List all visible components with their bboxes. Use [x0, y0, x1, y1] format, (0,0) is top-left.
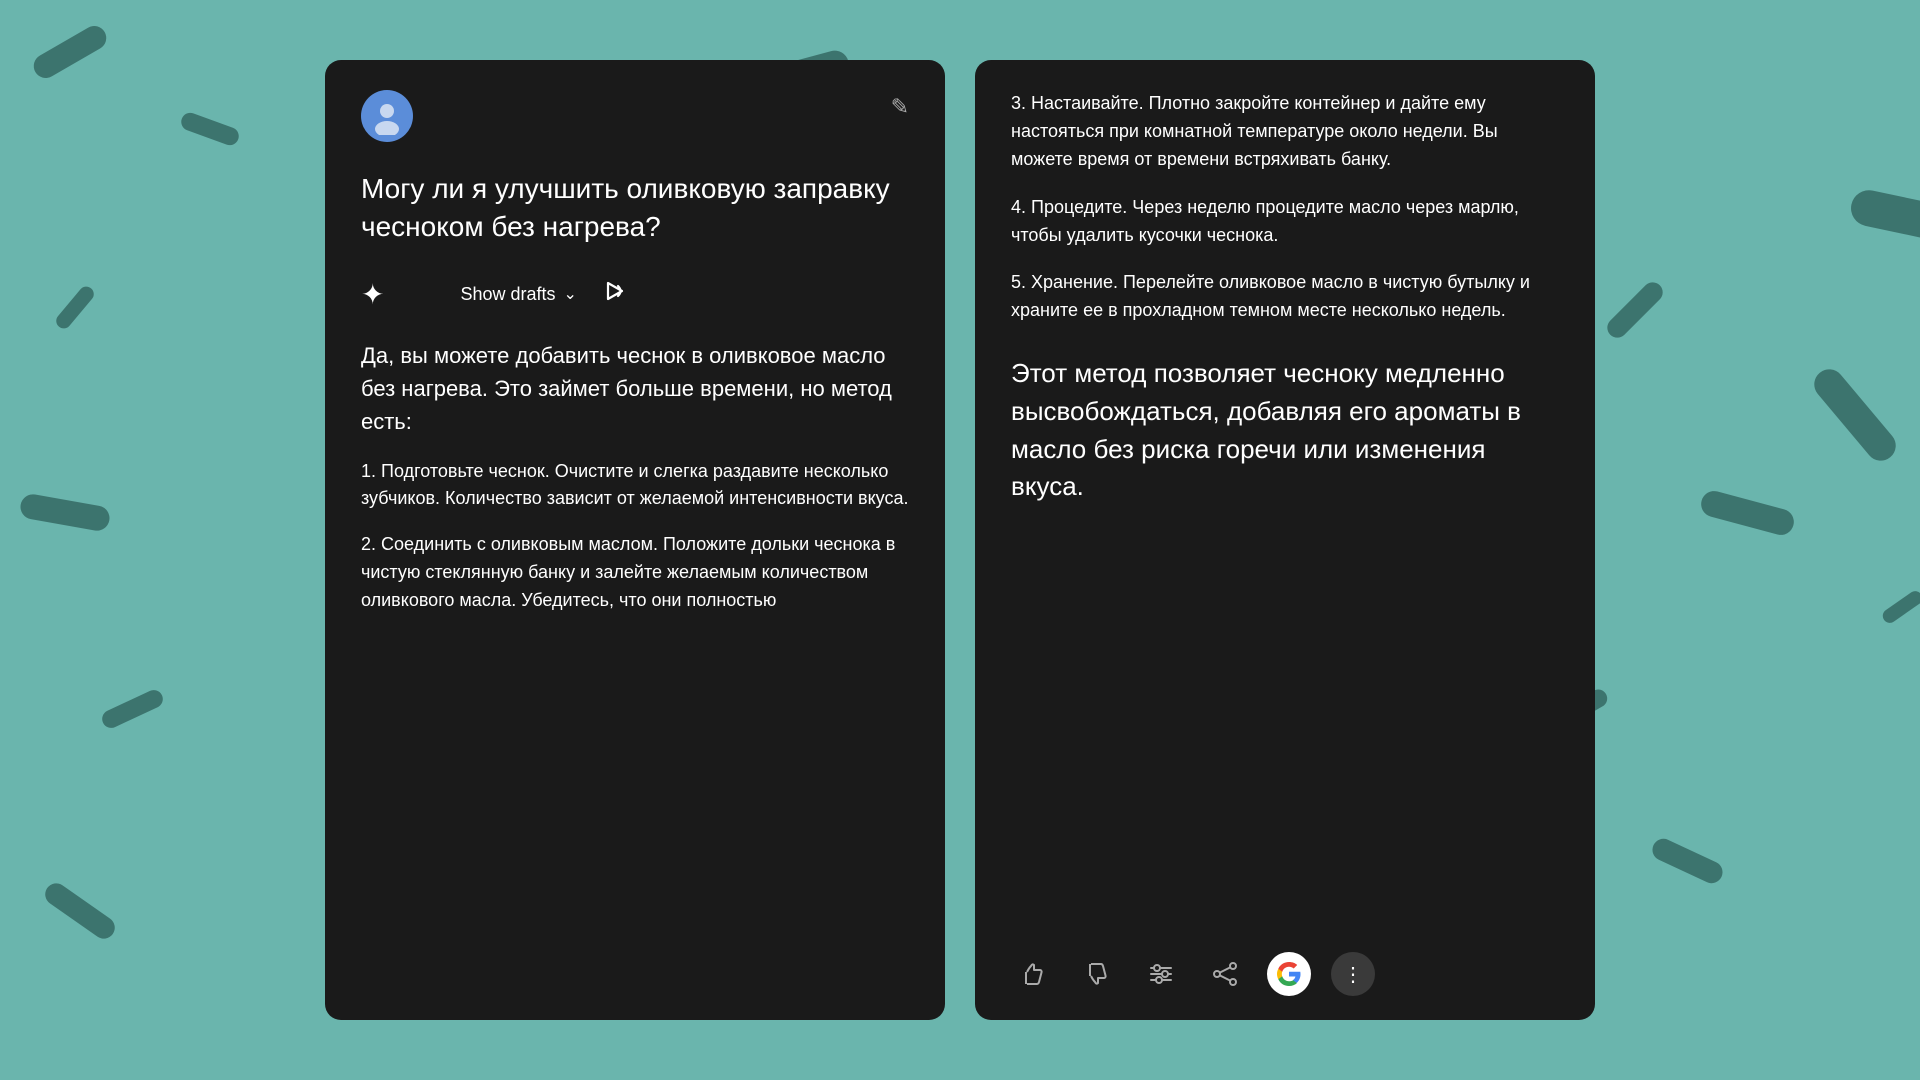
- gemini-star-icon: ✦: [361, 278, 384, 311]
- avatar: [361, 90, 413, 142]
- drafts-bar: ✦ Show drafts ⌄: [361, 278, 909, 311]
- share-button[interactable]: [1203, 952, 1247, 996]
- thumbs-down-button[interactable]: [1075, 952, 1119, 996]
- chevron-down-icon: ⌄: [564, 284, 577, 304]
- thumbs-up-button[interactable]: [1011, 952, 1055, 996]
- main-container: ✎ Могу ли я улучшить оливковую заправку …: [0, 0, 1920, 1080]
- action-bar: ⋮: [1011, 932, 1559, 996]
- more-icon: ⋮: [1343, 962, 1363, 987]
- answer-text: Да, вы можете добавить чеснок в оливково…: [361, 339, 909, 633]
- step3: 3. Настаивайте. Плотно закройте контейне…: [1011, 90, 1559, 174]
- answer-intro: Да, вы можете добавить чеснок в оливково…: [361, 339, 909, 438]
- show-drafts-label: Show drafts: [460, 284, 555, 305]
- answer-step1: 1. Подготовьте чеснок. Очистите и слегка…: [361, 458, 909, 514]
- more-options-button[interactable]: ⋮: [1331, 952, 1375, 996]
- left-card: ✎ Могу ли я улучшить оливковую заправку …: [325, 60, 945, 1020]
- summary-text: Этот метод позволяет чесноку медленно вы…: [1011, 355, 1559, 506]
- right-card: 3. Настаивайте. Плотно закройте контейне…: [975, 60, 1595, 1020]
- answer-step2: 2. Соединить с оливковым маслом. Положит…: [361, 531, 909, 615]
- right-content: 3. Настаивайте. Плотно закройте контейне…: [1011, 90, 1559, 932]
- question-text: Могу ли я улучшить оливковую заправку че…: [361, 170, 909, 246]
- step4: 4. Процедите. Через неделю процедите мас…: [1011, 194, 1559, 250]
- card-header: ✎: [361, 90, 909, 142]
- audio-icon[interactable]: [601, 278, 627, 310]
- step5: 5. Хранение. Перелейте оливковое масло в…: [1011, 269, 1559, 325]
- edit-icon[interactable]: ✎: [891, 94, 909, 120]
- google-icon[interactable]: [1267, 952, 1311, 996]
- show-drafts-button[interactable]: Show drafts ⌄: [460, 284, 576, 305]
- sliders-button[interactable]: [1139, 952, 1183, 996]
